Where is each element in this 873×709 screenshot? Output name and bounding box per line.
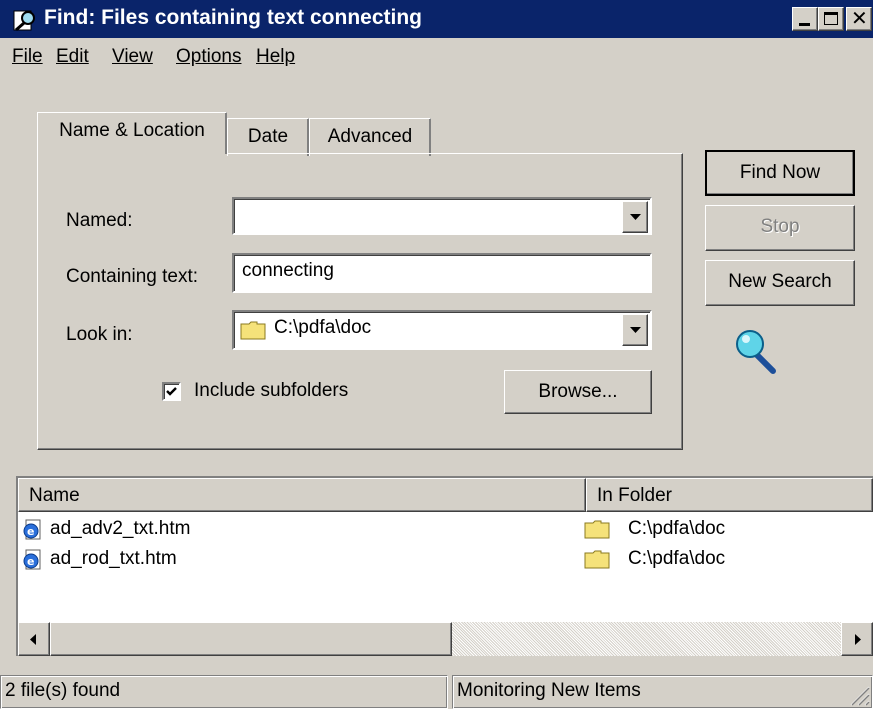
tab-date[interactable]: Date bbox=[227, 118, 309, 156]
named-combobox[interactable] bbox=[232, 197, 652, 235]
menu-options-label: Options bbox=[176, 46, 242, 67]
maximize-icon bbox=[824, 12, 838, 25]
table-row[interactable]: e ad_adv2_txt.htm C:\pdfa\doc bbox=[18, 514, 873, 544]
horizontal-scrollbar[interactable] bbox=[18, 622, 873, 656]
named-dropdown-button[interactable] bbox=[622, 201, 648, 233]
include-subfolders-checkbox[interactable] bbox=[162, 382, 181, 401]
row-file-name: ad_adv2_txt.htm bbox=[50, 518, 191, 539]
arrow-right-icon bbox=[855, 634, 861, 645]
find-app-icon bbox=[13, 10, 35, 32]
look-in-value: C:\pdfa\doc bbox=[274, 317, 372, 338]
stop-label: Stop bbox=[760, 216, 800, 237]
menu-file[interactable]: File bbox=[12, 46, 43, 68]
menu-edit[interactable]: Edit bbox=[56, 46, 89, 68]
scroll-thumb[interactable] bbox=[50, 622, 452, 656]
column-header-in-folder-label: In Folder bbox=[597, 485, 672, 506]
tab-name-location-label: Name & Location bbox=[59, 120, 205, 141]
row-file-name: ad_rod_txt.htm bbox=[50, 548, 177, 569]
maximize-button[interactable] bbox=[818, 7, 844, 31]
new-search-button[interactable]: New Search bbox=[705, 260, 855, 306]
close-icon: ✕ bbox=[851, 8, 868, 30]
stop-button[interactable]: Stop bbox=[705, 205, 855, 251]
row-folder: C:\pdfa\doc bbox=[628, 548, 726, 569]
svg-text:e: e bbox=[27, 525, 34, 538]
row-folder: C:\pdfa\doc bbox=[628, 518, 726, 539]
status-monitor-text: Monitoring New Items bbox=[457, 680, 641, 701]
column-header-name[interactable]: Name bbox=[18, 478, 586, 512]
tab-strip: Name & Location Date Advanced bbox=[37, 112, 683, 156]
find-now-button[interactable]: Find Now bbox=[705, 150, 855, 196]
results-list[interactable]: Name In Folder e ad_adv2_txt.htm C:\pdfa… bbox=[16, 476, 873, 656]
folder-icon bbox=[584, 550, 610, 569]
minimize-button[interactable] bbox=[792, 7, 818, 31]
containing-text-value: connecting bbox=[242, 260, 334, 281]
menu-view[interactable]: View bbox=[112, 46, 153, 68]
tab-advanced-label: Advanced bbox=[327, 126, 413, 147]
menu-help[interactable]: Help bbox=[256, 46, 295, 68]
scroll-left-button[interactable] bbox=[18, 622, 50, 656]
chevron-down-icon bbox=[630, 327, 641, 333]
svg-text:e: e bbox=[27, 555, 34, 568]
html-document-icon: e bbox=[23, 549, 41, 570]
status-count-text: 2 file(s) found bbox=[5, 680, 121, 701]
name-location-panel: Named: Containing text: connecting Look … bbox=[37, 153, 683, 450]
arrow-left-icon bbox=[30, 634, 36, 645]
look-in-label: Look in: bbox=[66, 324, 133, 345]
tab-name-location[interactable]: Name & Location bbox=[37, 112, 227, 154]
table-row[interactable]: e ad_rod_txt.htm C:\pdfa\doc bbox=[18, 544, 873, 574]
column-header-name-label: Name bbox=[29, 485, 80, 506]
menu-help-label: Help bbox=[256, 46, 296, 67]
tab-advanced[interactable]: Advanced bbox=[309, 118, 431, 156]
containing-text-label: Containing text: bbox=[66, 266, 199, 287]
status-count: 2 file(s) found bbox=[0, 675, 448, 709]
close-button[interactable]: ✕ bbox=[846, 7, 872, 31]
folder-icon bbox=[240, 321, 266, 340]
status-monitor: Monitoring New Items bbox=[452, 675, 873, 709]
html-document-icon: e bbox=[23, 519, 41, 540]
checkmark-icon bbox=[166, 387, 177, 396]
column-header-in-folder[interactable]: In Folder bbox=[586, 478, 873, 512]
scroll-right-button[interactable] bbox=[841, 622, 873, 656]
look-in-combobox[interactable]: C:\pdfa\doc bbox=[232, 310, 652, 350]
include-subfolders-label: Include subfolders bbox=[194, 380, 349, 401]
minimize-icon bbox=[799, 23, 810, 26]
browse-button[interactable]: Browse... bbox=[504, 370, 652, 414]
new-search-label: New Search bbox=[728, 271, 832, 292]
containing-text-input[interactable]: connecting bbox=[232, 253, 652, 293]
find-now-label: Find Now bbox=[739, 162, 821, 183]
menu-file-label: File bbox=[12, 46, 43, 67]
look-in-dropdown-button[interactable] bbox=[622, 314, 648, 346]
chevron-down-icon bbox=[630, 214, 641, 220]
folder-icon bbox=[584, 520, 610, 539]
tab-date-label: Date bbox=[247, 126, 289, 147]
browse-button-label: Browse... bbox=[538, 381, 618, 402]
named-label: Named: bbox=[66, 210, 133, 231]
window-title: Find: Files containing text connecting bbox=[44, 6, 423, 29]
menu-options[interactable]: Options bbox=[176, 46, 241, 68]
magnifier-icon bbox=[736, 330, 776, 374]
menu-edit-label: Edit bbox=[56, 46, 89, 67]
title-bar[interactable]: Find: Files containing text connecting ✕ bbox=[0, 0, 873, 38]
menu-view-label: View bbox=[112, 46, 153, 67]
resize-grip-icon[interactable] bbox=[846, 682, 870, 706]
